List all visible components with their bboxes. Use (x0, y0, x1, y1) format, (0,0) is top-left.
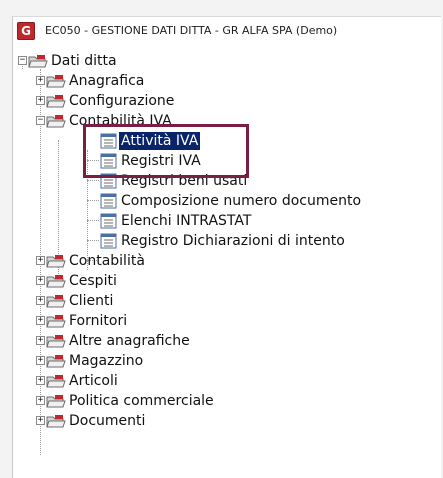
folder-open-icon (28, 55, 48, 68)
folder-icon (46, 415, 66, 428)
tree-node-label: Contabilità (69, 253, 145, 269)
tree-node-label: Fornitori (69, 313, 128, 329)
expand-toggle[interactable]: + (36, 316, 45, 325)
tree-node-label: Cespiti (69, 273, 117, 289)
folder-open-icon (46, 115, 66, 128)
folder-icon (46, 315, 66, 328)
tree-connector (87, 220, 99, 221)
tree-node-label: Elenchi INTRASTAT (121, 213, 252, 229)
folder-icon (46, 375, 66, 388)
folder-icon (46, 75, 66, 88)
expand-toggle[interactable]: + (36, 396, 45, 405)
tree-connector (87, 200, 99, 201)
collapse-toggle[interactable]: − (18, 56, 27, 65)
folder-icon (46, 335, 66, 348)
document-icon (100, 233, 117, 249)
collapse-toggle[interactable]: − (36, 116, 45, 125)
folder-icon (46, 255, 66, 268)
tree-node-label: Configurazione (69, 93, 175, 109)
tree-node-label: Documenti (69, 413, 146, 429)
expand-toggle[interactable]: + (36, 416, 45, 425)
annotation-highlight-box (83, 124, 249, 178)
folder-icon (46, 355, 66, 368)
document-icon (100, 213, 117, 229)
tree-node-label: Registro Dichiarazioni di intento (121, 233, 345, 249)
tree-node-label: Composizione numero documento (121, 193, 362, 209)
window-title: EC050 - GESTIONE DATI DITTA - GR ALFA SP… (45, 24, 338, 37)
expand-toggle[interactable]: + (36, 96, 45, 105)
folder-icon (46, 395, 66, 408)
tree-node-label: Magazzino (69, 353, 144, 369)
tree-node-label: Clienti (69, 293, 114, 309)
folder-icon (46, 275, 66, 288)
tree-connector (87, 180, 99, 181)
expand-toggle[interactable]: + (36, 376, 45, 385)
title-bar: G EC050 - GESTIONE DATI DITTA - GR ALFA … (13, 17, 441, 45)
expand-toggle[interactable]: + (36, 76, 45, 85)
document-icon (100, 193, 117, 209)
expand-toggle[interactable]: + (36, 336, 45, 345)
tree-node-label: Altre anagrafiche (69, 333, 190, 349)
main-window: G EC050 - GESTIONE DATI DITTA - GR ALFA … (12, 16, 441, 478)
tree-node-label: Articoli (69, 373, 118, 389)
tree-node-label: Politica commerciale (69, 393, 214, 409)
tree-connector (87, 240, 99, 241)
expand-toggle[interactable]: + (36, 356, 45, 365)
expand-toggle[interactable]: + (36, 256, 45, 265)
expand-toggle[interactable]: + (36, 276, 45, 285)
tree-node-label: Anagrafica (69, 73, 145, 89)
app-logo-icon: G (17, 22, 35, 40)
tree-node-label: Dati ditta (51, 53, 117, 69)
folder-icon (46, 295, 66, 308)
folder-icon (46, 95, 66, 108)
expand-toggle[interactable]: + (36, 296, 45, 305)
